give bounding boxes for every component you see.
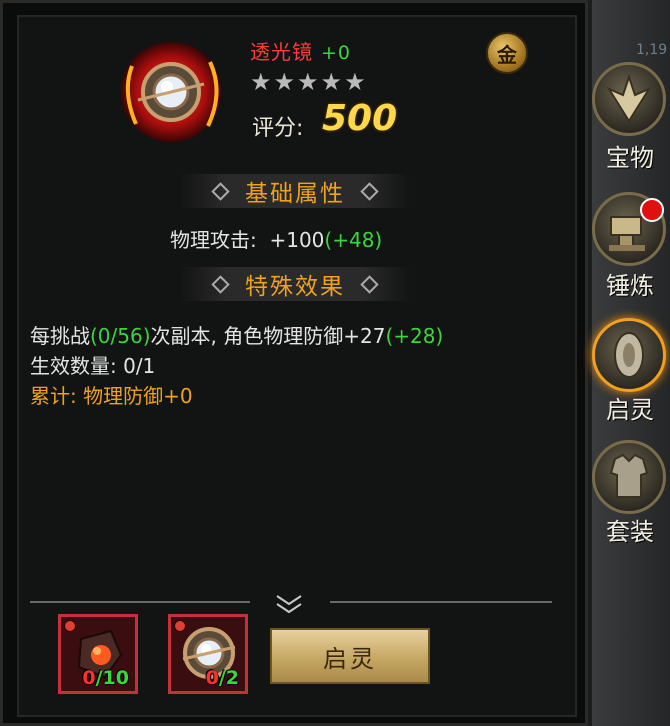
count-have: 0 (205, 667, 219, 689)
gold-quality-badge: 金 (486, 32, 528, 74)
attr-bonus: (+48) (324, 228, 383, 252)
sidebar-item-label: 启灵 (606, 396, 654, 424)
chevron-down-icon[interactable] (274, 592, 304, 616)
effect-bonus: (+28) (385, 324, 444, 348)
spirit-icon (614, 332, 644, 378)
material-slot-2[interactable]: 0/2 (168, 614, 248, 694)
attribute-row: 物理攻击: +100(+48) (170, 224, 382, 253)
count-need: /10 (95, 667, 129, 689)
score-value: 500 (322, 98, 398, 139)
diamond-icon (360, 274, 379, 294)
count-need: /2 (218, 667, 239, 689)
count-have: 0 (82, 667, 96, 689)
attr-label: 物理攻击: (170, 228, 257, 252)
section-title: 特殊效果 (245, 274, 345, 300)
material-count: 0/10 (82, 667, 129, 689)
attr-value: +100 (269, 228, 325, 252)
sidebar-item-label: 宝物 (606, 144, 654, 172)
effect-text: 每挑战 (30, 324, 90, 348)
divider-left (30, 601, 250, 603)
sidebar-item-awaken[interactable] (592, 318, 666, 392)
divider-right (330, 601, 552, 603)
mirror-item-icon (121, 42, 221, 142)
treasure-icon (606, 73, 652, 123)
effect-line-1: 每挑战(0/56)次副本, 角色物理防御+27(+28) (30, 320, 443, 349)
armor-icon (609, 453, 649, 498)
material-slot-1[interactable]: 0/10 (58, 614, 138, 694)
item-name-text: 透光镜 (250, 40, 313, 64)
sidebar-item-label: 锤炼 (606, 272, 654, 300)
diamond-icon (211, 181, 230, 201)
effect-line-2: 生效数量: 0/1 (30, 354, 156, 378)
corner-text: 1,19 (636, 42, 668, 58)
sidebar-item-suit[interactable] (592, 440, 666, 514)
section-title: 基础属性 (245, 181, 345, 207)
diamond-icon (360, 181, 379, 201)
effect-text: 次副本, 角色物理防御+27 (150, 324, 386, 348)
effect-progress: (0/56) (90, 324, 151, 348)
section-special-effects: 特殊效果 (180, 267, 410, 301)
item-enhance: +0 (321, 42, 352, 64)
score-label: 评分: (252, 116, 304, 141)
sidebar-item-label: 套装 (606, 518, 654, 546)
notification-dot (640, 198, 664, 222)
effect-line-3: 累计: 物理防御+0 (30, 384, 193, 408)
sidebar-item-treasure[interactable] (592, 62, 666, 136)
item-name: 透光镜 +0 (250, 36, 351, 65)
diamond-icon (211, 274, 230, 294)
item-stars: ★★★★★ (250, 68, 368, 96)
awaken-button[interactable]: 启灵 (270, 628, 430, 684)
section-basic-attributes: 基础属性 (180, 174, 410, 208)
material-count: 0/2 (206, 667, 239, 689)
